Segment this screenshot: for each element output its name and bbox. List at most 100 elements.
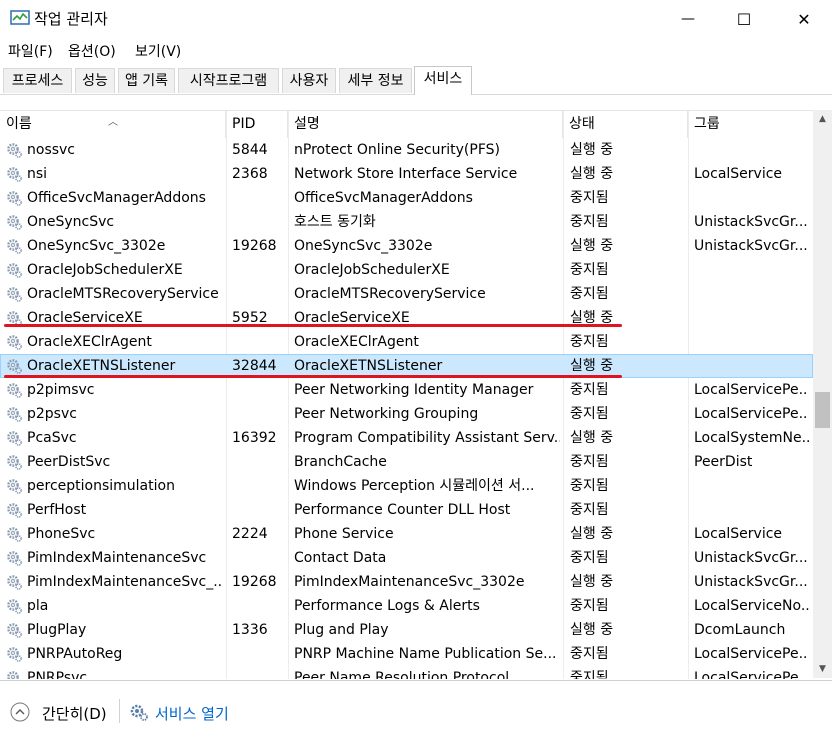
service-row[interactable]: PerfHost Performance Counter DLL Host 중지됨 bbox=[0, 498, 813, 522]
tab-services[interactable]: 서비스 bbox=[414, 66, 472, 95]
service-gear-icon bbox=[6, 430, 22, 446]
service-group-cell bbox=[694, 186, 809, 210]
service-description-cell: Plug and Play bbox=[294, 622, 389, 638]
service-row[interactable]: PNRPsvc Peer Name Resolution Protocol 중지됨 L… bbox=[0, 666, 813, 679]
service-group-cell: UnistackSvcGr... bbox=[694, 238, 808, 254]
service-name-cell: PimIndexMaintenanceSvc_... bbox=[27, 574, 222, 590]
vertical-scrollbar[interactable]: ▲ ▼ bbox=[813, 110, 832, 678]
service-row[interactable]: PNRPAutoReg PNRP Machine Name Publication… bbox=[0, 642, 813, 666]
title-bar: 작업 관리자 — ☐ ✕ bbox=[0, 0, 832, 38]
service-description-cell: OneSyncSvc_3302e bbox=[294, 238, 433, 254]
menu-options[interactable]: 옵션(O) bbox=[68, 41, 116, 61]
service-row[interactable]: nossvc 5844 nProtect Online Security(PFS) 실… bbox=[0, 138, 813, 162]
service-row[interactable]: nsi 2368 Network Store Interface Service 실행… bbox=[0, 162, 813, 186]
scroll-down-icon[interactable]: ▼ bbox=[813, 660, 832, 678]
service-description-cell: nProtect Online Security(PFS) bbox=[294, 142, 500, 158]
service-row[interactable]: pla Performance Logs & Alerts 중지됨 LocalServ… bbox=[0, 594, 813, 618]
column-header-name[interactable]: 이름 ︿ bbox=[0, 111, 226, 138]
service-description-cell: OracleMTSRecoveryService bbox=[294, 286, 486, 302]
service-pid-cell bbox=[232, 210, 286, 234]
close-button[interactable]: ✕ bbox=[776, 0, 832, 38]
service-group-cell bbox=[694, 282, 809, 306]
service-gear-icon bbox=[6, 358, 22, 374]
service-gear-icon bbox=[6, 622, 22, 638]
service-status-cell: 중지됨 bbox=[570, 190, 609, 206]
service-status-cell: 실행 중 bbox=[570, 574, 614, 590]
service-description-cell: BranchCache bbox=[294, 454, 387, 470]
service-gear-icon bbox=[6, 574, 22, 590]
service-status-cell: 중지됨 bbox=[570, 670, 609, 679]
service-description-cell: Contact Data bbox=[294, 550, 387, 566]
service-row[interactable]: p2pimsvc Peer Networking Identity Manager… bbox=[0, 378, 813, 402]
tab-processes[interactable]: 프로세스 bbox=[3, 68, 72, 93]
service-name-cell: PhoneSvc bbox=[27, 526, 96, 542]
service-row[interactable]: PlugPlay 1336 Plug and Play 실행 중 DcomLaunch bbox=[0, 618, 813, 642]
service-row[interactable]: OneSyncSvc 호스트 동기화 중지됨 UnistackSvcGr... bbox=[0, 210, 813, 234]
service-pid-cell: 2224 bbox=[232, 526, 268, 542]
service-description-cell: Peer Networking Grouping bbox=[294, 406, 479, 422]
service-name-cell: OracleJobSchedulerXE bbox=[27, 262, 183, 278]
column-header-status[interactable]: 상태 bbox=[563, 111, 688, 138]
menu-view[interactable]: 보기(V) bbox=[135, 41, 181, 61]
service-name-cell: perceptionsimulation bbox=[27, 478, 175, 494]
column-status-label: 상태 bbox=[569, 116, 595, 132]
service-gear-icon bbox=[6, 238, 22, 254]
column-name-label: 이름 bbox=[6, 116, 32, 132]
service-description-cell: Program Compatibility Assistant Serv... bbox=[294, 430, 560, 446]
service-gear-icon bbox=[6, 550, 22, 566]
service-gear-icon bbox=[6, 166, 22, 182]
service-group-cell bbox=[694, 354, 809, 378]
scroll-up-icon[interactable]: ▲ bbox=[813, 110, 832, 128]
service-group-cell: PeerDist bbox=[694, 454, 753, 470]
footer-divider bbox=[119, 699, 120, 723]
service-status-cell: 중지됨 bbox=[570, 406, 609, 422]
service-gear-icon bbox=[6, 454, 22, 470]
service-description-cell: 호스트 동기화 bbox=[294, 214, 376, 230]
tab-details[interactable]: 세부 정보 bbox=[339, 68, 412, 93]
service-status-cell: 실행 중 bbox=[570, 622, 614, 638]
column-header-description[interactable]: 설명 bbox=[288, 111, 563, 138]
collapse-label[interactable]: 간단히(D) bbox=[42, 703, 107, 724]
service-row[interactable]: perceptionsimulation Windows Perception 시… bbox=[0, 474, 813, 498]
tab-performance[interactable]: 성능 bbox=[75, 68, 115, 93]
service-row[interactable]: PimIndexMaintenanceSvc_... 19268 PimIndexM… bbox=[0, 570, 813, 594]
service-row[interactable]: OracleXEClrAgent OracleXEClrAgent 중지됨 bbox=[0, 330, 813, 354]
service-row[interactable]: OneSyncSvc_3302e 19268 OneSyncSvc_3302e 실행 … bbox=[0, 234, 813, 258]
scroll-thumb[interactable] bbox=[815, 392, 830, 428]
service-row[interactable]: OracleMTSRecoveryService OracleMTSRecover… bbox=[0, 282, 813, 306]
menu-file[interactable]: 파일(F) bbox=[8, 41, 53, 61]
tab-startup[interactable]: 시작프로그램 bbox=[178, 68, 279, 93]
service-row[interactable]: PcaSvc 16392 Program Compatibility Assista… bbox=[0, 426, 813, 450]
column-header-pid[interactable]: PID bbox=[226, 111, 288, 138]
service-group-cell: LocalServicePe... bbox=[694, 406, 809, 422]
annotation-underline bbox=[4, 375, 622, 378]
service-pid-cell: 16392 bbox=[232, 430, 277, 446]
collapse-button[interactable] bbox=[10, 702, 30, 722]
service-name-cell: p2pimsvc bbox=[27, 382, 95, 398]
column-header-group[interactable]: 그룹 bbox=[688, 111, 813, 138]
open-services-link[interactable]: 서비스 열기 bbox=[155, 703, 229, 724]
tab-users[interactable]: 사용자 bbox=[282, 68, 336, 93]
service-status-cell: 중지됨 bbox=[570, 598, 609, 614]
service-row[interactable]: OracleJobSchedulerXE OracleJobSchedulerXE… bbox=[0, 258, 813, 282]
minimize-button[interactable]: — bbox=[660, 0, 716, 38]
service-group-cell bbox=[694, 306, 809, 330]
service-row[interactable]: p2psvc Peer Networking Grouping 중지됨 LocalSe… bbox=[0, 402, 813, 426]
service-name-cell: PimIndexMaintenanceSvc bbox=[27, 550, 207, 566]
service-row[interactable]: PhoneSvc 2224 Phone Service 실행 중 LocalServic… bbox=[0, 522, 813, 546]
tab-app-history[interactable]: 앱 기록 bbox=[118, 68, 175, 93]
services-icon bbox=[130, 704, 148, 721]
service-pid-cell: 1336 bbox=[232, 622, 268, 638]
task-manager-icon bbox=[10, 10, 30, 25]
service-row[interactable]: PimIndexMaintenanceSvc Contact Data 중지됨 Uni… bbox=[0, 546, 813, 570]
service-gear-icon bbox=[6, 670, 22, 679]
maximize-button[interactable]: ☐ bbox=[716, 0, 772, 38]
service-pid-cell: 5844 bbox=[232, 142, 268, 158]
service-row[interactable]: PeerDistSvc BranchCache 중지됨 PeerDist bbox=[0, 450, 813, 474]
service-name-cell: PNRPAutoReg bbox=[27, 646, 123, 662]
service-status-cell: 실행 중 bbox=[570, 238, 614, 254]
service-pid-cell bbox=[232, 474, 286, 498]
service-gear-icon bbox=[6, 406, 22, 422]
service-status-cell: 중지됨 bbox=[570, 262, 609, 278]
service-row[interactable]: OfficeSvcManagerAddons OfficeSvcManagerAd… bbox=[0, 186, 813, 210]
